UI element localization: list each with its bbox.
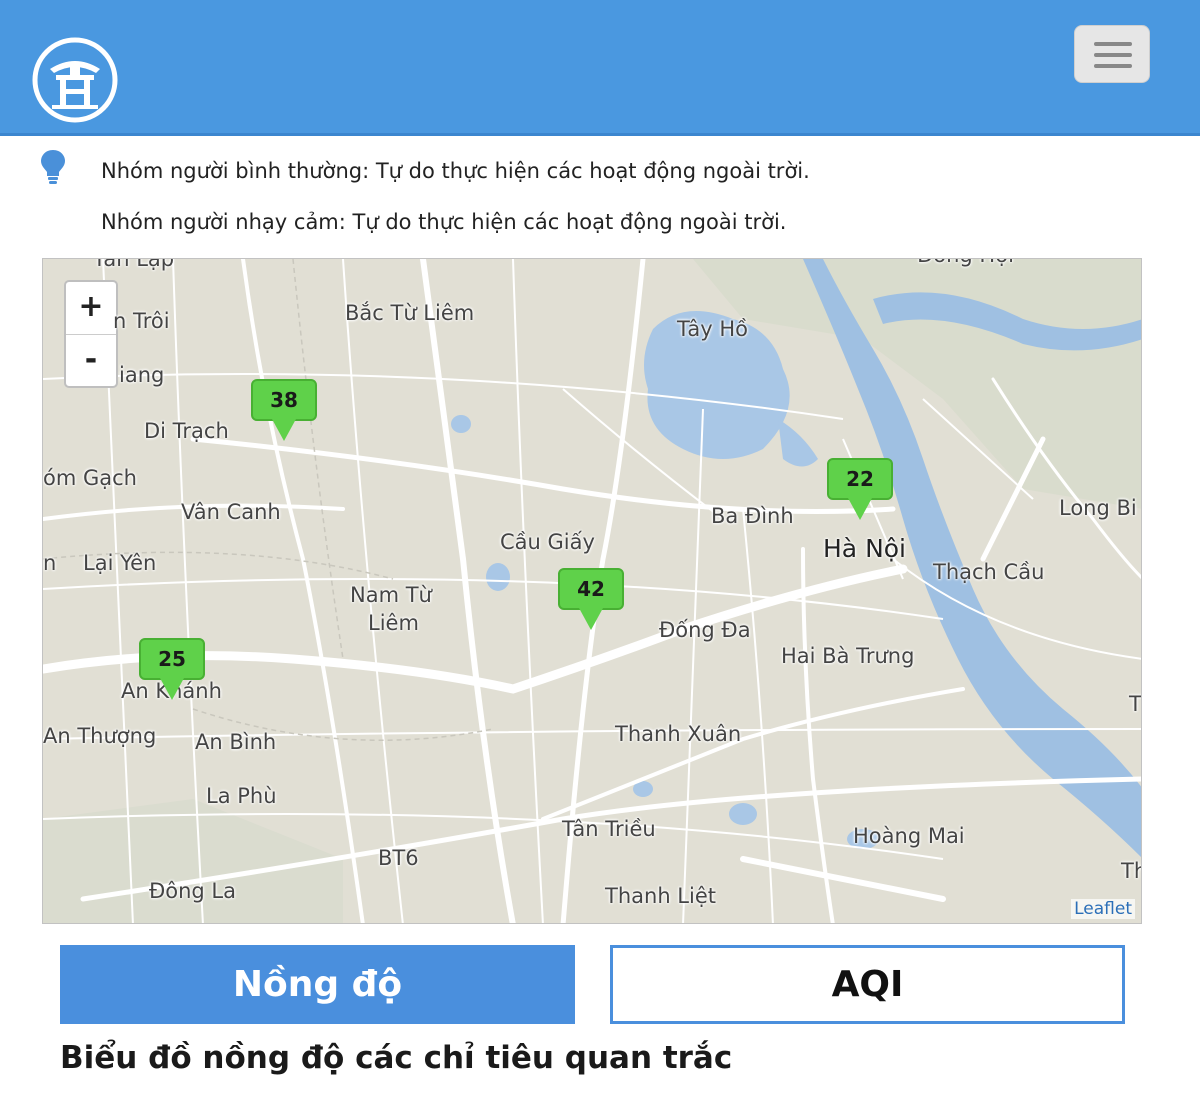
place-label: Di Trạch xyxy=(144,419,229,443)
leaflet-attribution-link[interactable]: Leaflet xyxy=(1071,899,1135,919)
station-marker[interactable]: 42 xyxy=(558,568,624,634)
place-label: Th xyxy=(1121,859,1141,883)
zoom-control: + - xyxy=(64,280,118,388)
place-label: Tây Hồ xyxy=(677,317,748,341)
place-label: An Thượng xyxy=(43,724,157,748)
aqi-tab-button[interactable]: AQI xyxy=(610,945,1125,1024)
place-label: Hoàng Mai xyxy=(853,824,965,848)
place-label: Long Bi xyxy=(1059,496,1137,520)
place-label: Đông Hội xyxy=(917,259,1014,267)
station-aqi-value: 22 xyxy=(827,458,893,500)
place-label: Cầu Giấy xyxy=(500,530,595,554)
concentration-tab-button[interactable]: Nồng độ xyxy=(60,945,575,1024)
section-title: Biểu đồ nồng độ các chỉ tiêu quan trắc xyxy=(60,1040,733,1076)
station-aqi-value: 38 xyxy=(251,379,317,421)
station-marker[interactable]: 38 xyxy=(251,379,317,445)
place-label: óm Gạch xyxy=(43,466,137,490)
place-label: Bắc Từ Liêm xyxy=(345,301,475,325)
place-label: T xyxy=(1129,692,1142,716)
place-label: Nam Từ xyxy=(350,583,432,607)
place-label: Đông La xyxy=(149,879,237,903)
marker-pointer xyxy=(848,498,872,520)
station-aqi-value: 25 xyxy=(139,638,205,680)
station-aqi-value: 42 xyxy=(558,568,624,610)
place-label: Liêm xyxy=(368,611,419,635)
place-label: Thạch Cầu xyxy=(933,560,1045,584)
sensitive-group-advice: Nhóm người nhạy cảm: Tự do thực hiện các… xyxy=(101,210,787,234)
place-label: Tân Lập xyxy=(93,258,175,271)
place-label-capital: Hà Nội xyxy=(823,534,907,563)
marker-pointer xyxy=(160,678,184,700)
place-label: Ba Đình xyxy=(711,504,794,528)
place-label: Thanh Xuân xyxy=(615,722,742,746)
top-header xyxy=(0,0,1200,136)
hamburger-menu-button[interactable] xyxy=(1074,25,1150,83)
place-label: n xyxy=(43,551,57,575)
hamburger-menu-icon-bar xyxy=(1094,53,1132,57)
place-label: Lại Yên xyxy=(83,551,157,575)
hanoi-logo-icon[interactable] xyxy=(32,37,118,123)
place-label: iang xyxy=(119,363,165,387)
marker-pointer xyxy=(579,608,603,630)
place-label: An Bình xyxy=(195,730,277,754)
place-label: Thanh Liệt xyxy=(605,884,716,908)
place-label: BT6 xyxy=(378,846,419,870)
lightbulb-icon xyxy=(41,150,65,184)
place-label: Vân Canh xyxy=(181,500,281,524)
place-label: Đống Đa xyxy=(659,618,751,642)
station-marker[interactable]: 22 xyxy=(827,458,893,524)
hamburger-menu-icon-bar xyxy=(1094,64,1132,68)
zoom-in-button[interactable]: + xyxy=(66,282,116,335)
station-marker[interactable]: 25 xyxy=(139,638,205,704)
place-label: La Phù xyxy=(206,784,277,808)
normal-group-advice: Nhóm người bình thường: Tự do thực hiện … xyxy=(101,159,810,183)
zoom-out-button[interactable]: - xyxy=(66,335,116,387)
place-label: n Trôi xyxy=(113,309,170,333)
place-label: Hai Bà Trưng xyxy=(781,644,915,668)
place-label: Tân Triều xyxy=(562,817,656,841)
air-quality-map[interactable]: + - Tân Lập n Trôi iang Bắc Từ Liêm Tây … xyxy=(42,258,1142,924)
hamburger-menu-icon-bar xyxy=(1094,42,1132,46)
marker-pointer xyxy=(272,419,296,441)
